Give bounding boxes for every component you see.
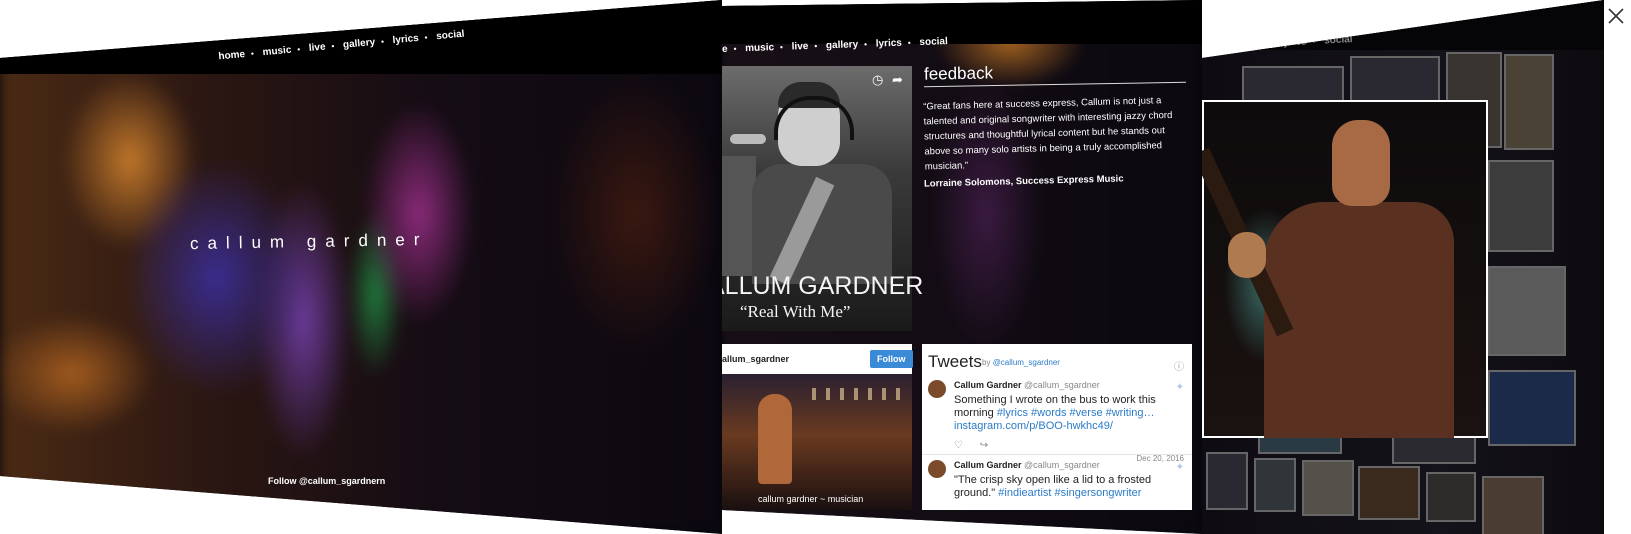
avatar[interactable] xyxy=(928,380,946,398)
nav-social[interactable]: social xyxy=(919,36,948,48)
artist-name: callum gardner xyxy=(189,229,429,254)
tweet-author-name: Callum Gardner xyxy=(954,460,1022,470)
share-icon[interactable]: ↪ xyxy=(980,440,988,451)
tweet-text: "The crisp sky open like a lid to a fros… xyxy=(954,474,1170,500)
microphone xyxy=(730,134,766,144)
nav-music[interactable]: music xyxy=(745,42,774,54)
performer xyxy=(758,394,792,484)
album-title: “Real With Me” xyxy=(740,302,851,321)
nav-social[interactable]: social xyxy=(1324,34,1353,46)
nav-gallery[interactable]: gallery xyxy=(1230,39,1263,52)
follow-link[interactable]: Follow @callum_sgardnern xyxy=(268,476,385,486)
featured-gallery-photo[interactable] xyxy=(1202,100,1488,438)
gallery-thumbnail[interactable] xyxy=(1488,266,1566,356)
share-icon[interactable]: ➦ xyxy=(892,72,903,88)
nav-live-partial[interactable]: ve xyxy=(1202,41,1214,53)
nav-bar xyxy=(722,0,1202,44)
nav-lyrics[interactable]: lyrics xyxy=(1280,36,1307,48)
tweets-by-prefix: by xyxy=(982,358,991,367)
studio-rack xyxy=(722,156,756,276)
instagram-username[interactable]: allum_sgardner xyxy=(722,354,789,364)
gallery-thumbnail[interactable] xyxy=(1426,472,1476,522)
tweet-actions: ♡ ↪ xyxy=(954,440,988,451)
tweet-hashtags[interactable]: #lyrics #words #verse #writing… xyxy=(997,407,1155,419)
twitter-bird-icon: ✦ xyxy=(1175,382,1184,393)
music-panel: e • music • live • gallery • lyrics • social … xyxy=(722,0,1202,534)
gallery-thumbnail[interactable] xyxy=(1302,460,1354,516)
nav-bar xyxy=(0,0,722,74)
instagram-caption: callum gardner ~ musician xyxy=(758,494,864,504)
instagram-widget: allum_sgardner Follow callum gardner ~ m… xyxy=(722,344,913,510)
clock-icon[interactable]: ◷ xyxy=(872,72,883,88)
instagram-photo[interactable]: callum gardner ~ musician xyxy=(722,374,912,510)
nav-bar xyxy=(1202,0,1604,50)
photo-figure-shirt xyxy=(1264,202,1454,438)
feedback-quote: “Great fans here at success express, Cal… xyxy=(923,95,1173,173)
album-artist: ALLUM GARDNER xyxy=(722,272,924,300)
nav-lyrics[interactable]: lyrics xyxy=(876,38,903,50)
like-icon[interactable]: ♡ xyxy=(954,440,963,451)
close-icon[interactable] xyxy=(1606,6,1626,26)
tweet-author-name: Callum Gardner xyxy=(954,380,1022,390)
tweet-text: Something I wrote on the bus to work thi… xyxy=(954,394,1170,433)
gallery-thumbnail[interactable] xyxy=(1488,370,1576,446)
stage-lights xyxy=(812,388,908,400)
twitter-widget: Tweets by @callum_sgardner ⓘ Callum Gard… xyxy=(922,344,1192,510)
photo-figure-hand xyxy=(1228,232,1266,278)
gallery-panel: ve • gallery • lyrics • social xyxy=(1202,0,1604,534)
photo-figure-face xyxy=(1332,120,1390,206)
nav-live[interactable]: live xyxy=(308,42,326,54)
twitter-bird-icon: ✦ xyxy=(1175,462,1184,473)
tweets-by-handle[interactable]: @callum_sgardner xyxy=(993,358,1060,367)
tweet-author[interactable]: Callum Gardner @callum_sgardner xyxy=(954,460,1100,470)
album-cover[interactable]: ◷ ➦ ALLUM GARDNER “Real With Me” xyxy=(722,66,923,331)
tweets-heading: Tweets xyxy=(928,352,982,371)
hero-background-image xyxy=(0,0,722,534)
gallery-thumbnail[interactable] xyxy=(1206,452,1248,510)
tweet-author-handle: @callum_sgardner xyxy=(1024,460,1100,470)
gallery-thumbnail[interactable] xyxy=(1488,160,1554,252)
tweets-by: by @callum_sgardner xyxy=(982,358,1060,367)
gallery-thumbnail[interactable] xyxy=(1504,54,1554,150)
gallery-thumbnail[interactable] xyxy=(1482,476,1544,534)
info-icon[interactable]: ⓘ xyxy=(1174,358,1184,373)
nav-home-partial[interactable]: e xyxy=(722,44,728,55)
tweet[interactable]: Callum Gardner @callum_sgardner ✦ "The c… xyxy=(928,460,1184,520)
home-panel: home • music • live • gallery • lyrics • soci… xyxy=(0,0,722,534)
feedback-heading: feedback xyxy=(923,63,994,84)
gallery-thumbnail[interactable] xyxy=(1254,458,1296,512)
tweet-hashtags[interactable]: #indieartist #singersongwriter xyxy=(998,487,1141,499)
tweet-divider xyxy=(922,454,1192,455)
nav-gallery[interactable]: gallery xyxy=(826,39,859,51)
tweet-author-handle: @callum_sgardner xyxy=(1024,380,1100,390)
tweet-author[interactable]: Callum Gardner @callum_sgardner xyxy=(954,380,1100,390)
gallery-thumbnail[interactable] xyxy=(1358,466,1420,520)
instagram-follow-button[interactable]: Follow xyxy=(870,350,913,368)
nav-live[interactable]: live xyxy=(791,41,808,53)
avatar[interactable] xyxy=(928,460,946,478)
tweet-link[interactable]: instagram.com/p/BOO-hwkhc49/ xyxy=(954,420,1113,432)
